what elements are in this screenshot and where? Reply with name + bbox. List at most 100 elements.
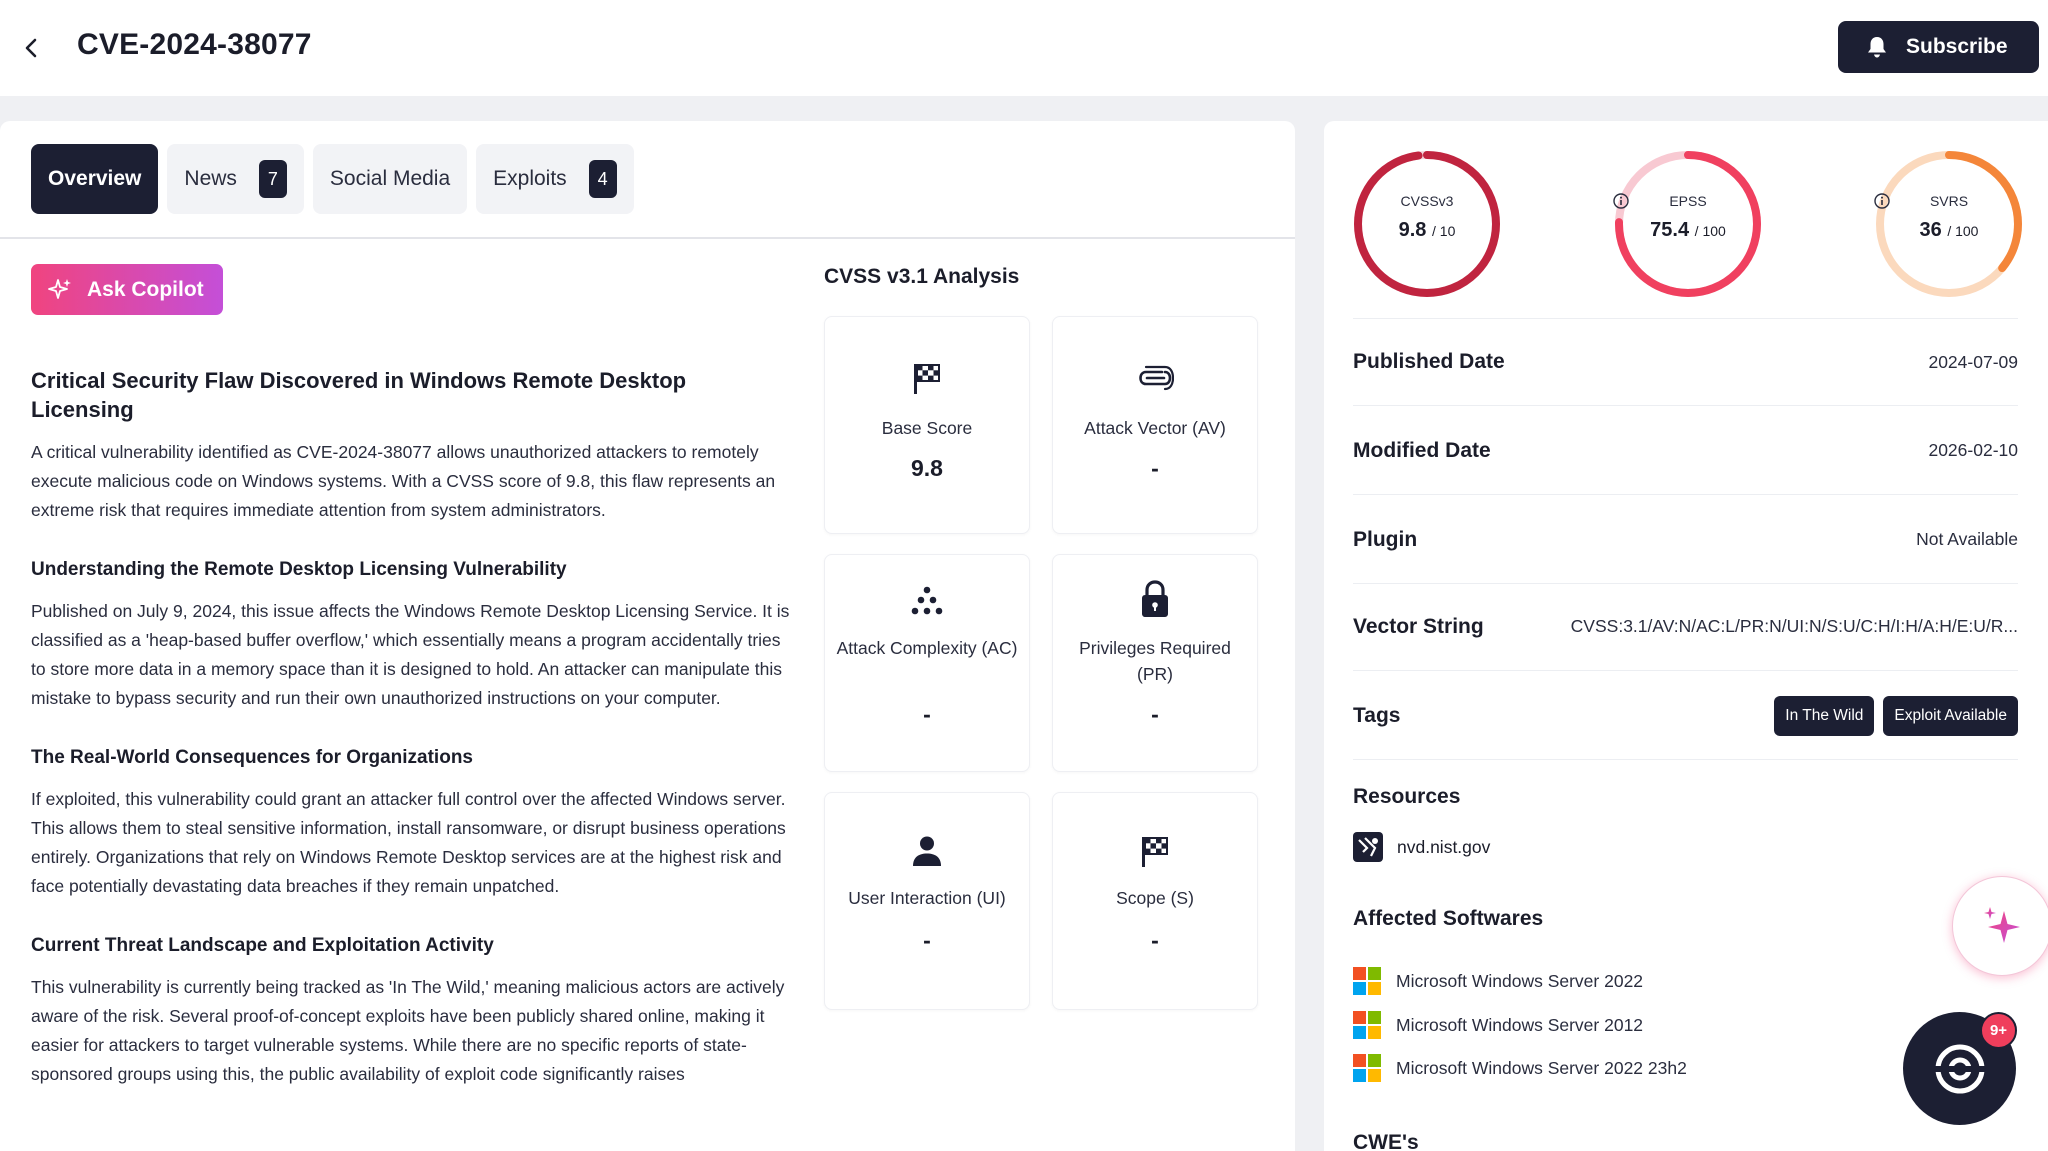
info-icon[interactable] xyxy=(1874,193,1890,209)
modified-date-row: Modified Date 2026-02-10 xyxy=(1353,407,2018,495)
checkered-flag-icon xyxy=(825,362,1029,396)
tag-in-the-wild[interactable]: In The Wild xyxy=(1774,695,1875,736)
metric-value: - xyxy=(1151,701,1159,727)
gauge-value: 9.8 xyxy=(1398,219,1427,241)
count-badge: 4 xyxy=(588,160,617,198)
windows-logo-icon xyxy=(1353,1011,1381,1039)
gauge-name: CVSSv3 xyxy=(1400,193,1454,209)
metric-label: Attack Vector (AV) xyxy=(1084,418,1226,438)
sparkle-icon xyxy=(48,278,71,299)
field-value: 2026-02-10 xyxy=(1928,440,2018,460)
ask-copilot-label: Ask Copilot xyxy=(87,277,204,301)
article-intro: A critical vulnerability identified as C… xyxy=(31,442,776,520)
details-panel: CVSSv3 9.8 / 10 EPSS 75.4 / 100 SVRS 36 … xyxy=(1324,121,2048,1151)
section-heading: Current Threat Landscape and Exploitatio… xyxy=(31,935,494,956)
tags-row: Tags In The Wild Exploit Available xyxy=(1353,672,2018,760)
section-heading: The Real-World Consequences for Organiza… xyxy=(31,747,473,768)
cwe-heading: CWE's xyxy=(1353,1131,1419,1151)
field-label: Modified Date xyxy=(1353,438,1491,462)
field-label: Vector String xyxy=(1353,614,1484,638)
user-icon xyxy=(825,835,1029,867)
tab-overview[interactable]: Overview xyxy=(31,144,159,214)
affected-softwares-heading: Affected Softwares xyxy=(1353,907,1544,930)
gauge-max: / 100 xyxy=(1694,223,1726,239)
section-heading: Understanding the Remote Desktop Licensi… xyxy=(31,559,567,580)
metric-value: - xyxy=(923,927,931,953)
software-item: Microsoft Windows Server 2022 xyxy=(1353,967,1643,995)
lock-icon xyxy=(1053,579,1257,619)
metric-label: Privileges Required (PR) xyxy=(1079,638,1231,684)
bell-icon xyxy=(1868,37,1886,58)
tab-bar: Overview News 7 Social Media Exploits 4 xyxy=(31,144,634,214)
article-title: Critical Security Flaw Discovered in Win… xyxy=(31,368,687,422)
copilot-fab[interactable] xyxy=(1952,876,2048,976)
ask-copilot-button[interactable]: Ask Copilot xyxy=(31,264,223,315)
published-date-row: Published Date 2024-07-09 xyxy=(1353,318,2018,406)
notification-badge: 9+ xyxy=(1980,1012,2017,1049)
tab-label: Exploits xyxy=(493,167,567,190)
subscribe-button[interactable]: Subscribe xyxy=(1838,21,2039,73)
back-button[interactable] xyxy=(20,36,44,60)
vector-string-row: Vector String CVSS:3.1/AV:N/AC:L/PR:N/UI… xyxy=(1353,583,2018,671)
software-name: Microsoft Windows Server 2012 xyxy=(1396,1014,1644,1035)
checkered-flag-icon xyxy=(1053,835,1257,869)
tag-exploit-available[interactable]: Exploit Available xyxy=(1883,695,2018,736)
software-name: Microsoft Windows Server 2022 xyxy=(1396,970,1644,991)
field-label: Plugin xyxy=(1353,527,1418,551)
divider xyxy=(0,237,1295,239)
gauge-name: SVRS xyxy=(1929,193,1969,209)
field-label: Published Date xyxy=(1353,350,1505,373)
gauge-name: EPSS xyxy=(1669,193,1707,209)
software-item: Microsoft Windows Server 2022 23h2 xyxy=(1353,1054,1687,1082)
metric-card-scope: Scope (S) - xyxy=(1052,792,1258,1010)
subscribe-label: Subscribe xyxy=(1906,35,2008,58)
paperclip-icon xyxy=(1053,365,1257,391)
field-value: Not Available xyxy=(1916,529,2018,549)
gauge-max: / 100 xyxy=(1947,223,1979,239)
metric-value: 9.8 xyxy=(911,455,943,481)
tag-list: In The Wild Exploit Available xyxy=(1765,695,2018,736)
top-bar: CVE-2024-38077 Subscribe xyxy=(0,0,2048,96)
resources-heading: Resources xyxy=(1353,785,1461,808)
gauge-svrs: SVRS 36 / 100 xyxy=(1874,149,2024,299)
sparkle-icon xyxy=(1984,907,2020,943)
section-body: If exploited, this vulnerability could g… xyxy=(31,789,786,896)
field-value: 2024-07-09 xyxy=(1928,351,2018,372)
windows-logo-icon xyxy=(1353,1054,1381,1082)
software-item: Microsoft Windows Server 2012 xyxy=(1353,1011,1643,1039)
chat-icon xyxy=(1932,1044,1987,1093)
dots-pyramid-icon xyxy=(825,585,1029,617)
gauge-cvss: CVSSv3 9.8 / 10 xyxy=(1352,149,1502,299)
metric-card-privileges-required: Privileges Required (PR) - xyxy=(1052,554,1258,772)
metric-label: Scope (S) xyxy=(1116,888,1194,908)
tab-label: Overview xyxy=(48,167,142,190)
article: Critical Security Flaw Discovered in Win… xyxy=(31,366,791,1089)
gauge-max: / 10 xyxy=(1432,223,1456,239)
metric-label: Base Score xyxy=(881,418,973,438)
count-badge: 7 xyxy=(258,160,287,198)
windows-logo-icon xyxy=(1353,967,1381,995)
metric-value: - xyxy=(1151,927,1159,953)
info-icon[interactable] xyxy=(1613,193,1629,209)
gauge-value: 36 xyxy=(1919,219,1942,241)
field-label: Tags xyxy=(1353,703,1401,727)
tab-social-media[interactable]: Social Media xyxy=(312,144,468,214)
metric-label: User Interaction (UI) xyxy=(848,888,1006,908)
resource-label: nvd.nist.gov xyxy=(1397,836,1491,857)
metric-value: - xyxy=(1151,455,1159,481)
metric-label: Attack Complexity (AC) xyxy=(836,638,1018,658)
metric-card-attack-complexity: Attack Complexity (AC) - xyxy=(824,554,1030,772)
gauge-epss: EPSS 75.4 / 100 xyxy=(1613,149,1763,299)
metric-value: - xyxy=(923,701,931,727)
tab-label: Social Media xyxy=(329,167,451,190)
metric-card-attack-vector: Attack Vector (AV) - xyxy=(1052,316,1258,534)
tab-exploits[interactable]: Exploits 4 xyxy=(476,144,634,214)
resource-link[interactable]: nvd.nist.gov xyxy=(1353,832,1490,862)
nvd-logo-icon xyxy=(1353,832,1383,862)
plugin-row: Plugin Not Available xyxy=(1353,496,2018,584)
chevron-left-icon xyxy=(25,38,37,58)
tab-news[interactable]: News 7 xyxy=(167,144,304,214)
gauge-value: 75.4 xyxy=(1650,219,1690,241)
overview-panel: Overview News 7 Social Media Exploits 4 As… xyxy=(0,121,1295,1151)
vector-string-value[interactable]: CVSS:3.1/AV:N/AC:L/PR:N/UI:N/S:U/C:H/I:H… xyxy=(1571,616,2018,637)
